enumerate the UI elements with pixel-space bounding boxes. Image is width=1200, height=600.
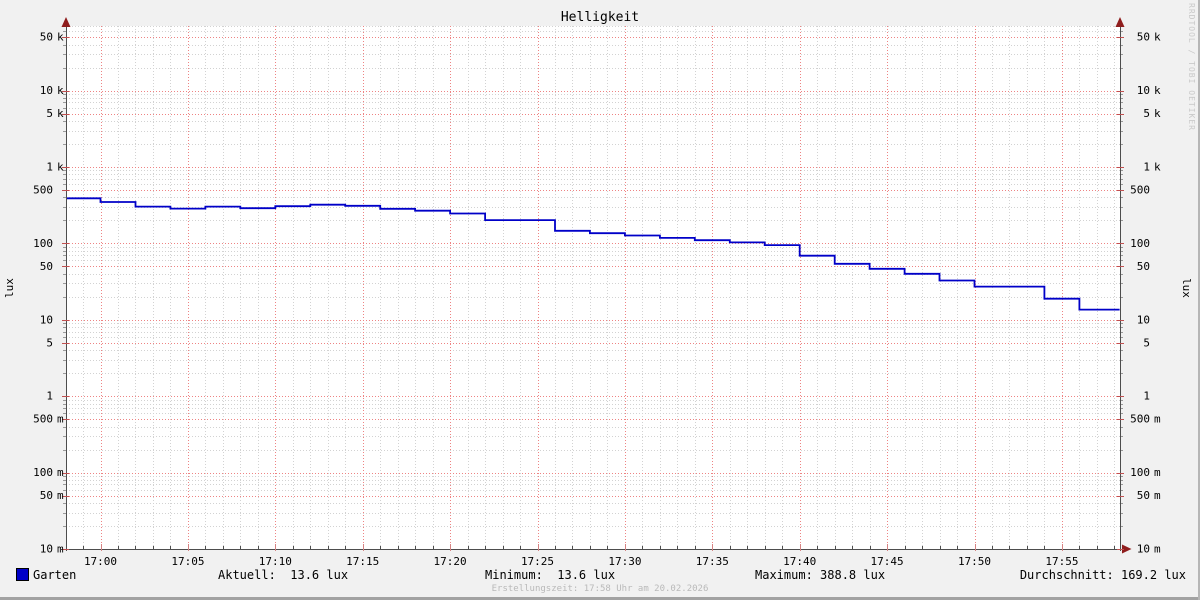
y-tick-label-right: 50 [1137,31,1150,44]
y-tick-label-right-suffix: m [1154,489,1161,502]
x-tick-label: 17:15 [346,555,379,568]
x-tick-label: 17:05 [171,555,204,568]
y-tick-label-left-suffix: m [57,413,64,426]
y-tick-label-right: 100 [1130,237,1150,250]
y-tick-label-left: 10 [40,84,53,97]
y-tick-label-left: 10 [40,543,53,556]
y-tick-label-left: 1 [46,161,53,174]
y-tick-label-left-suffix: k [57,31,64,44]
y-tick-label-left-suffix: m [57,543,64,556]
x-tick-label: 17:25 [521,555,554,568]
y-tick-label-left-suffix: k [57,161,64,174]
y-tick-label-right-suffix: m [1154,413,1161,426]
y-axis-unit-left: lux [3,278,16,298]
x-tick-label: 17:45 [871,555,904,568]
y-tick-label-right: 500 [1130,183,1150,196]
y-tick-label-left: 50 [40,260,53,273]
y-tick-label-left: 1 [46,390,53,403]
creation-timestamp: Erstellungszeit: 17:58 Uhr am 20.02.2026 [491,584,709,594]
stat-durchschnitt: Durchschnitt: 169.2 lux [1019,568,1186,582]
x-tick-label: 17:50 [958,555,991,568]
y-tick-label-left-suffix: m [57,489,64,502]
x-tick-label: 17:30 [608,555,641,568]
y-tick-label-right-suffix: m [1154,466,1161,479]
y-tick-label-left: 10 [40,313,53,326]
stat-minimum: Minimum: 13.6 lux [485,568,616,582]
y-tick-label-right-suffix: k [1154,84,1161,97]
y-tick-label-left: 500 [33,183,53,196]
y-tick-label-right: 1 [1143,390,1150,403]
y-axis-unit-right: lux [1180,278,1193,298]
y-tick-label-right: 50 [1137,489,1150,502]
x-tick-label: 17:00 [84,555,117,568]
x-tick-label: 17:40 [783,555,816,568]
y-tick-label-left: 500 [33,413,53,426]
x-tick-label: 17:20 [434,555,467,568]
y-tick-label-right-suffix: k [1154,161,1161,174]
y-tick-label-right-suffix: k [1154,31,1161,44]
y-tick-label-left: 5 [46,107,53,120]
x-tick-label: 17:10 [259,555,292,568]
x-tick-label: 17:55 [1045,555,1078,568]
y-tick-label-right-suffix: m [1154,543,1161,556]
y-tick-label-right-suffix: k [1154,107,1161,120]
y-tick-label-right: 500 [1130,413,1150,426]
series-label: Garten [33,568,77,582]
y-tick-label-left-suffix: k [57,107,64,120]
y-tick-label-left-suffix: m [57,466,64,479]
y-tick-label-left: 100 [33,237,53,250]
brightness-chart: 50 k 50 k10 k 10 k5 k 5 k1 k 1 k500 500100 10050 5010 10… [3,17,1193,568]
y-tick-label-right: 10 [1137,84,1150,97]
y-tick-label-left: 5 [46,336,53,349]
y-tick-label-left: 50 [40,31,53,44]
series-color-swatch [16,568,29,581]
y-tick-label-right: 10 [1137,543,1150,556]
stat-aktuell: Aktuell: 13.6 lux [218,568,349,582]
chart-title: Helligkeit [560,10,640,25]
y-tick-label-right: 100 [1130,466,1150,479]
y-tick-label-right: 5 [1143,336,1150,349]
plot-area [66,26,1120,549]
rrdtool-watermark: RRDTOOL / TOBI OETIKER [1187,3,1196,131]
y-tick-label-left-suffix: k [57,84,64,97]
y-tick-label-right: 10 [1137,313,1150,326]
y-tick-label-right: 50 [1137,260,1150,273]
y-tick-label-right: 5 [1143,107,1150,120]
x-tick-label: 17:35 [696,555,729,568]
y-tick-label-right: 1 [1143,161,1150,174]
y-tick-label-left: 50 [40,489,53,502]
y-tick-label-left: 100 [33,466,53,479]
stat-maximum: Maximum: 388.8 lux [755,568,886,582]
rrdtool-graph-window: 50 k 50 k 10 k 10 k 5 k 5 k 1 k 1 k 500 500 100 100 50 50 10 10… [0,0,1200,600]
